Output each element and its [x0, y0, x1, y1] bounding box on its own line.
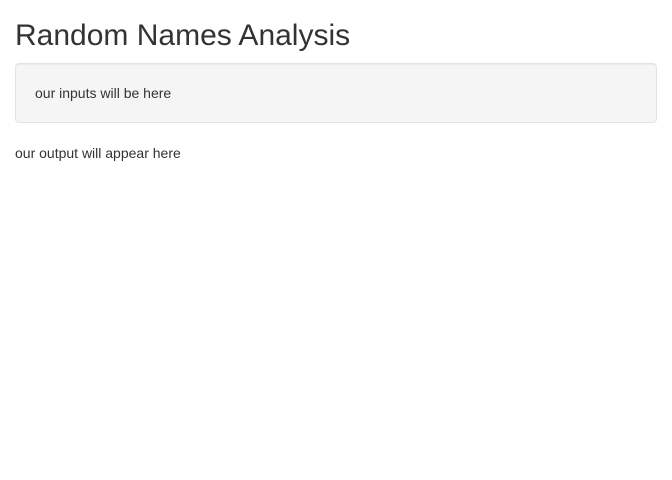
inputs-panel: our inputs will be here	[15, 63, 657, 123]
page-title: Random Names Analysis	[15, 19, 351, 52]
inputs-placeholder-text: our inputs will be here	[35, 85, 172, 101]
output-placeholder-text: our output will appear here	[15, 145, 181, 161]
